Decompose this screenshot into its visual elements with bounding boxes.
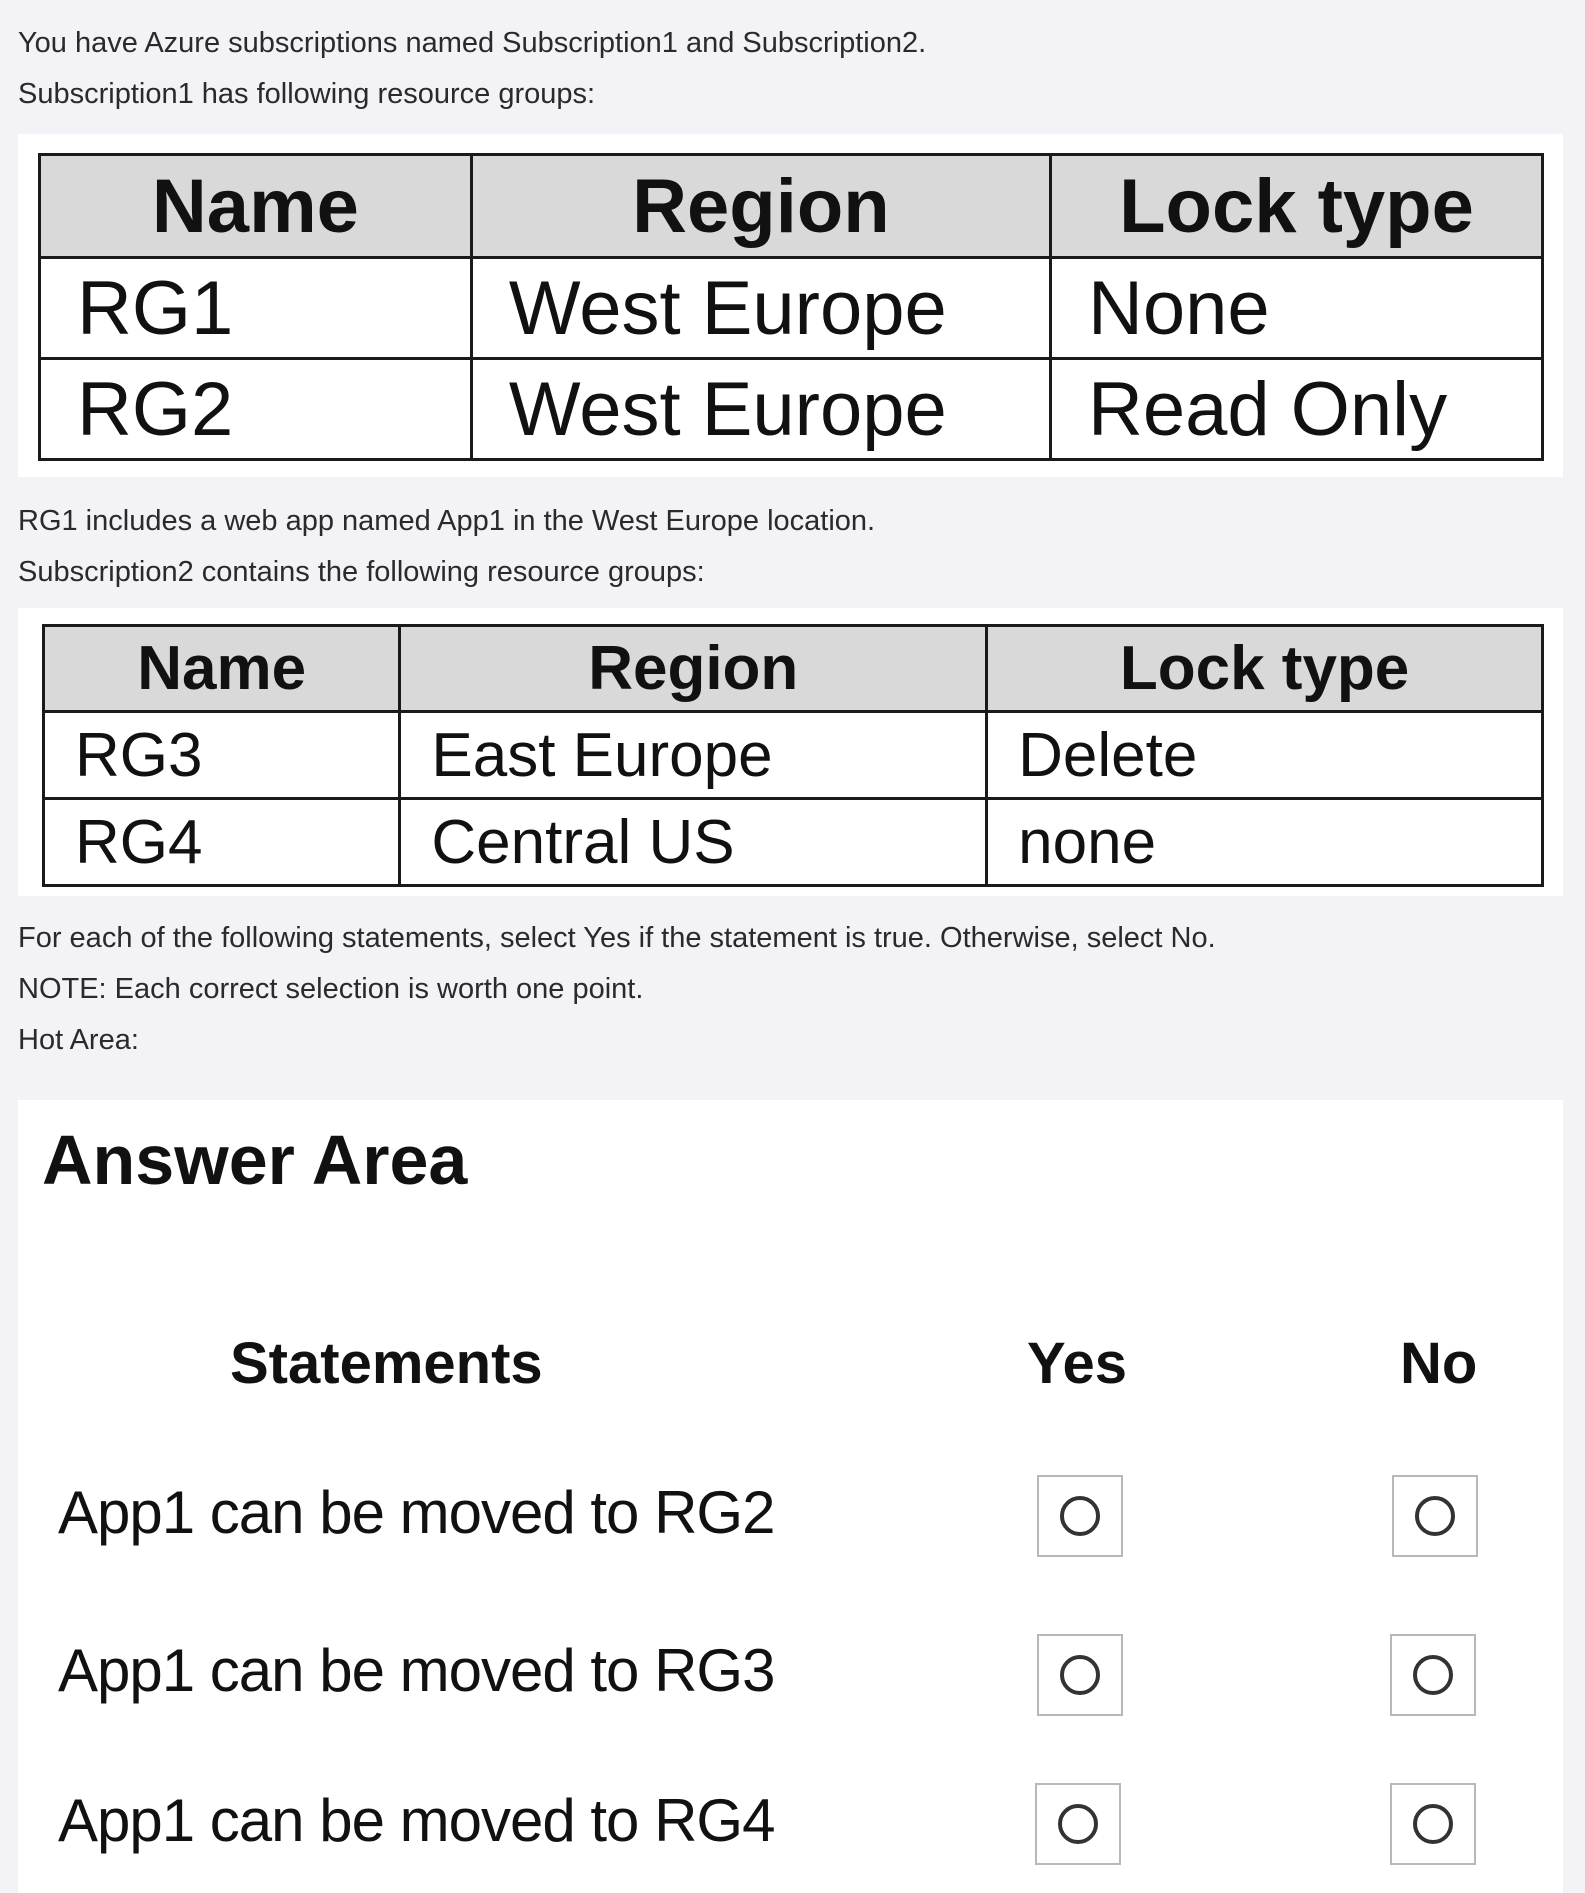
statement-1: App1 can be moved to RG2 (58, 1479, 775, 1546)
statement-1-yes-radio[interactable] (1037, 1475, 1123, 1557)
statement-2-no-radio[interactable] (1390, 1634, 1476, 1716)
statement-2: App1 can be moved to RG3 (58, 1637, 775, 1704)
radio-circle-icon (1060, 1655, 1100, 1695)
table-row: RG4 Central US none (41, 797, 1544, 887)
radio-circle-icon (1060, 1496, 1100, 1536)
instructions-line-2: NOTE: Each correct selection is worth on… (18, 973, 644, 1005)
cell-region: West Europe (469, 256, 1053, 360)
cell-lock-type: Read Only (1049, 357, 1544, 461)
radio-circle-icon (1058, 1804, 1098, 1844)
column-header-lock-type: Lock type (985, 624, 1544, 713)
column-header-name: Name (41, 624, 402, 713)
statement-3-yes-radio[interactable] (1035, 1783, 1121, 1865)
no-header: No (1400, 1331, 1478, 1396)
statements-header: Statements (230, 1331, 543, 1396)
cell-name: RG2 (38, 357, 473, 461)
statement-1-no-radio[interactable] (1392, 1475, 1478, 1557)
intro-line-2: Subscription1 has following resource gro… (18, 78, 596, 110)
column-header-region: Region (398, 624, 989, 713)
cell-region: Central US (398, 797, 989, 887)
column-header-region: Region (469, 153, 1053, 259)
answer-area-title: Answer Area (42, 1121, 468, 1199)
cell-name: RG4 (41, 797, 402, 887)
yes-header: Yes (1027, 1331, 1127, 1396)
instructions-line-1: For each of the following statements, se… (18, 922, 1216, 954)
statement-2-yes-radio[interactable] (1037, 1634, 1123, 1716)
cell-lock-type: Delete (985, 710, 1544, 800)
cell-region: East Europe (398, 710, 989, 800)
table-row: RG2 West Europe Read Only (38, 357, 1544, 461)
cell-name: RG1 (38, 256, 473, 360)
subscription1-resource-groups-table: Name Region Lock type RG1 West Europe No… (38, 153, 1544, 461)
table-row: RG1 West Europe None (38, 256, 1544, 360)
radio-circle-icon (1413, 1804, 1453, 1844)
radio-circle-icon (1415, 1496, 1455, 1536)
statement-3-no-radio[interactable] (1390, 1783, 1476, 1865)
cell-lock-type: none (985, 797, 1544, 887)
column-header-name: Name (38, 153, 473, 259)
middle-line-2: Subscription2 contains the following res… (18, 556, 705, 588)
table-header-row: Name Region Lock type (38, 153, 1544, 259)
intro-line-1: You have Azure subscriptions named Subsc… (18, 27, 927, 59)
instructions-line-3: Hot Area: (18, 1024, 139, 1056)
column-header-lock-type: Lock type (1049, 153, 1544, 259)
table-header-row: Name Region Lock type (41, 624, 1544, 713)
cell-name: RG3 (41, 710, 402, 800)
subscription2-resource-groups-table: Name Region Lock type RG3 East Europe De… (41, 624, 1544, 887)
cell-lock-type: None (1049, 256, 1544, 360)
radio-circle-icon (1413, 1655, 1453, 1695)
table-row: RG3 East Europe Delete (41, 710, 1544, 800)
cell-region: West Europe (469, 357, 1053, 461)
middle-line-1: RG1 includes a web app named App1 in the… (18, 505, 876, 537)
statement-3: App1 can be moved to RG4 (58, 1787, 775, 1854)
